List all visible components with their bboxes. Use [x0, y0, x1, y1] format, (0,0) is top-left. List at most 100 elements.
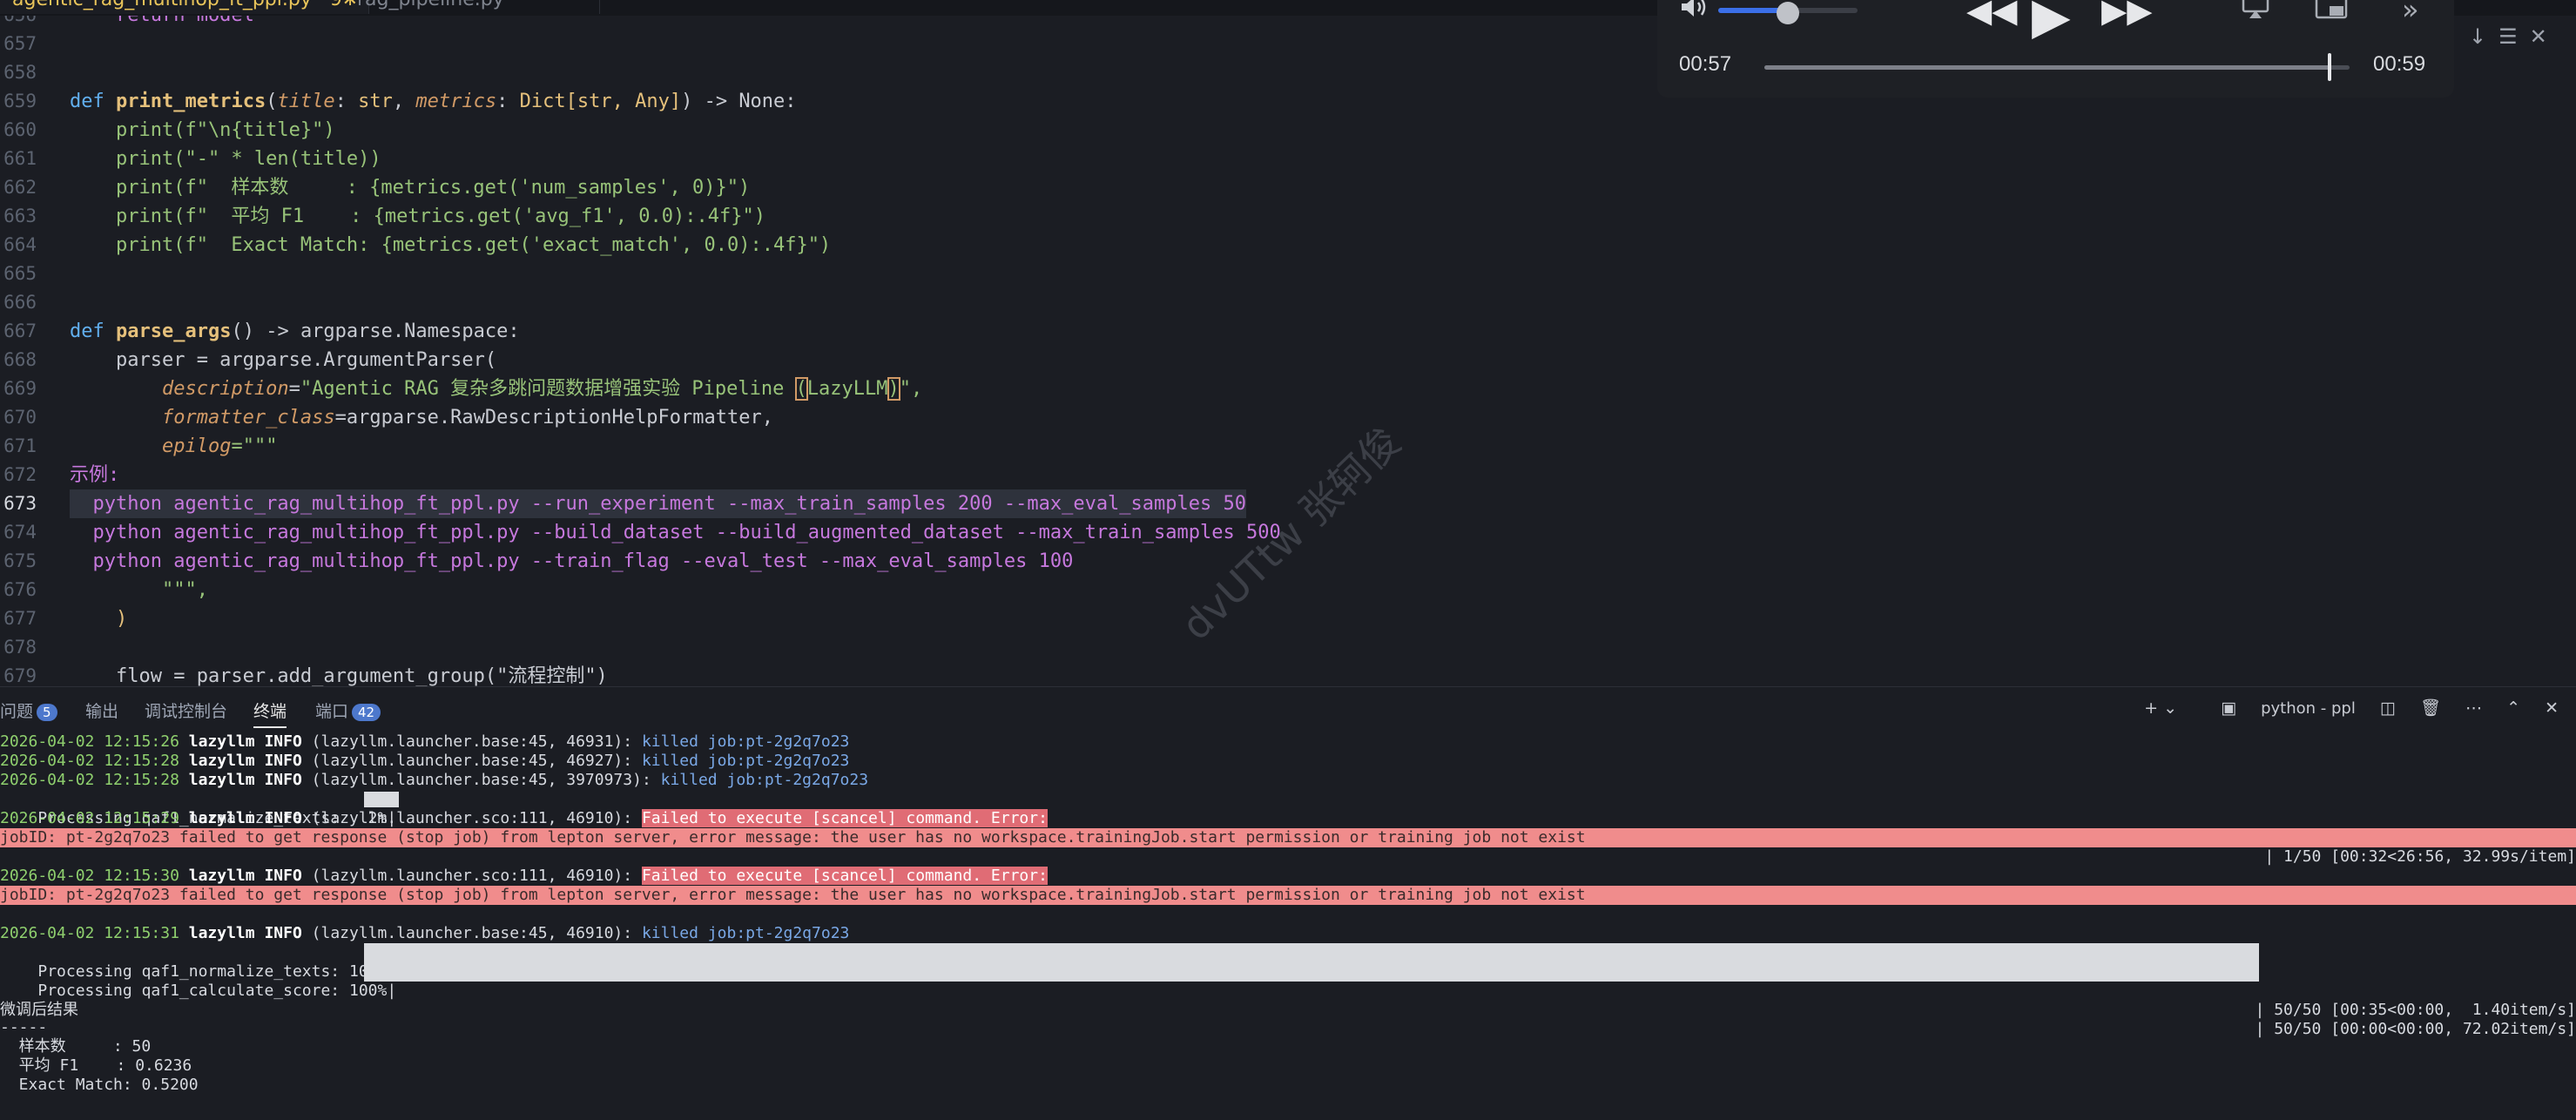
total-time: 00:59	[2373, 52, 2426, 76]
maximize-panel-icon[interactable]: ⌃	[2506, 698, 2520, 718]
code-line[interactable]: print(f"\n{title}")	[70, 116, 335, 145]
param: title	[277, 91, 335, 112]
play-icon[interactable]: ▶	[2032, 0, 2071, 45]
code-line[interactable]: print(f" 平均 F1 : {metrics.get('avg_f1', …	[70, 202, 765, 231]
keyword-def: def	[70, 91, 105, 112]
log-line: 2026-04-02 12:15:28 lazyllm INFO (lazyll…	[0, 771, 2576, 790]
log-line: 2026-04-02 12:15:31 lazyllm INFO (lazyll…	[0, 924, 2576, 943]
code-line[interactable]: parser = argparse.ArgumentParser(	[70, 346, 496, 374]
code-line[interactable]: def parse_args() -> argparse.Namespace:	[70, 317, 520, 346]
log-message: killed job:pt-2g2q7o23	[641, 732, 850, 751]
code-line[interactable]: )	[70, 604, 127, 633]
seek-handle[interactable]	[2328, 53, 2332, 81]
code-line[interactable]: print(f" Exact Match: {metrics.get('exac…	[70, 231, 831, 260]
tab-output[interactable]: 输出	[85, 698, 118, 722]
error-label: Failed to execute [scancel] command. Err…	[641, 809, 1048, 827]
airplay-icon[interactable]	[2241, 0, 2270, 19]
pip-icon[interactable]	[2315, 0, 2350, 21]
timestamp: 2026-04-02 12:15:28	[0, 752, 179, 770]
logger: lazyllm	[179, 771, 265, 789]
progress-label: Processing qaf1_calculate_score: 100%|	[37, 982, 397, 1000]
line-number: 661	[3, 148, 37, 169]
media-player-overlay: ◀◀ ▶ ▶▶ » 00:57 00:59	[1657, 0, 2454, 98]
kwarg: formatter_class	[161, 407, 335, 428]
timestamp: 2026-04-02 12:15:26	[0, 732, 179, 751]
code-line-current[interactable]: python agentic_rag_multihop_ft_ppl.py --…	[70, 489, 1247, 518]
code-editor[interactable]: 656 return model 657 658 659 def print_m…	[0, 16, 2576, 686]
rewind-icon[interactable]: ◀◀	[1966, 0, 2017, 30]
bracket-match: (	[794, 377, 808, 401]
code-line[interactable]: def print_metrics(title: str, metrics: D…	[70, 87, 797, 116]
function-name: print_metrics	[116, 91, 266, 112]
terminal-output[interactable]: 2026-04-02 12:15:26 lazyllm INFO (lazyll…	[0, 730, 2576, 1120]
return-annotation: -> None:	[704, 91, 797, 112]
log-line: 2026-04-02 12:15:30 lazyllm INFO (lazyll…	[0, 867, 2576, 886]
logger: lazyllm	[179, 924, 265, 942]
expand-icon[interactable]: »	[2402, 0, 2419, 26]
string: ",	[899, 378, 923, 400]
code-line[interactable]: description="Agentic RAG 复杂多跳问题数据增强实验 Pi…	[70, 374, 922, 403]
list-icon[interactable]: ☰	[2498, 24, 2518, 49]
line-number: 660	[3, 119, 37, 140]
tab-label: 调试控制台	[145, 702, 228, 721]
kill-terminal-icon[interactable]: 🗑	[2420, 698, 2441, 718]
line-number: 656	[0, 16, 37, 30]
logger: lazyllm	[179, 752, 265, 770]
log-level: INFO	[264, 771, 302, 789]
fast-forward-icon[interactable]: ▶▶	[2101, 0, 2152, 30]
tab-problems[interactable]: 问题 5	[0, 698, 57, 722]
code-text: =argparse.RawDescriptionHelpFormatter,	[334, 407, 773, 428]
terminal-selector[interactable]: ▣ python - ppl	[2202, 698, 2356, 718]
tab-ports[interactable]: 端口 42	[315, 698, 381, 722]
code-line[interactable]: return model	[70, 16, 254, 30]
download-icon[interactable]: ↓	[2469, 24, 2486, 49]
code-line[interactable]: flow = parser.add_argument_group("流程控制")	[70, 662, 608, 686]
close-panel-icon[interactable]: ✕	[2545, 698, 2559, 718]
line-number: 664	[3, 234, 37, 255]
kwarg: epilog	[161, 435, 232, 457]
close-icon[interactable]: ✕	[2530, 24, 2547, 49]
line-number: 668	[3, 349, 37, 370]
code-line[interactable]: formatter_class=argparse.RawDescriptionH…	[70, 403, 773, 432]
tab-debug-console[interactable]: 调试控制台	[145, 698, 227, 722]
line-number: 663	[3, 206, 37, 226]
code-line[interactable]: print(f" 样本数 : {metrics.get('num_samples…	[70, 173, 750, 202]
line-number: 670	[3, 407, 37, 428]
progress-bar	[364, 962, 2259, 982]
add-terminal-icon[interactable]: + ⌄	[2144, 698, 2177, 718]
volume-slider[interactable]	[1718, 2, 1858, 24]
line-number: 678	[3, 637, 37, 658]
tab-label: 输出	[85, 702, 119, 721]
timestamp: 2026-04-02 12:15:29	[0, 809, 179, 827]
result-samples: 样本数 : 50	[0, 1037, 152, 1056]
keyword-def: def	[70, 320, 105, 342]
seek-bar[interactable]	[1764, 53, 2350, 81]
more-icon[interactable]: ⋯	[2465, 698, 2482, 718]
volume-knob[interactable]	[1777, 2, 1799, 24]
timestamp: 2026-04-02 12:15:30	[0, 867, 179, 885]
tab-label: 端口	[315, 702, 349, 721]
line-number: 666	[3, 292, 37, 313]
string: LazyLLM	[806, 378, 888, 400]
tab-terminal[interactable]: 终端	[253, 698, 287, 728]
log-source: (lazyllm.launcher.sco:111, 46910):	[301, 867, 642, 885]
volume-icon[interactable]	[1679, 0, 1710, 19]
progress-stats: | 1/50 [00:32<26:56, 32.99s/item]	[2264, 847, 2576, 866]
bracket-match: )	[887, 377, 900, 401]
code-line[interactable]: """,	[70, 576, 208, 604]
log-level: INFO	[264, 809, 302, 827]
code-line[interactable]: python agentic_rag_multihop_ft_ppl.py --…	[70, 547, 1073, 576]
tab-agentic-rag-file[interactable]: agentic_rag_multihop_ft_ppl.py 9+ ✕	[0, 0, 369, 14]
error-detail-line: jobID: pt-2g2q7o23 failed to get respons…	[0, 886, 2576, 905]
line-number: 675	[3, 550, 37, 571]
type: Dict[str, Any]	[519, 91, 682, 112]
result-avg-f1: 平均 F1 : 0.6236	[0, 1056, 192, 1075]
code-line[interactable]: 示例:	[70, 461, 119, 489]
tab-rag-pipeline-file[interactable]: rag_pipeline.py	[345, 0, 600, 14]
code-line[interactable]: print("-" * len(title))	[70, 145, 381, 173]
log-line: 2026-04-02 12:15:28 lazyllm INFO (lazyll…	[0, 752, 2576, 771]
split-terminal-icon[interactable]: ◫	[2380, 698, 2396, 718]
code-line[interactable]: epilog="""	[70, 432, 277, 461]
code-line[interactable]: python agentic_rag_multihop_ft_ppl.py --…	[70, 518, 1280, 547]
string: ="""	[231, 435, 278, 457]
